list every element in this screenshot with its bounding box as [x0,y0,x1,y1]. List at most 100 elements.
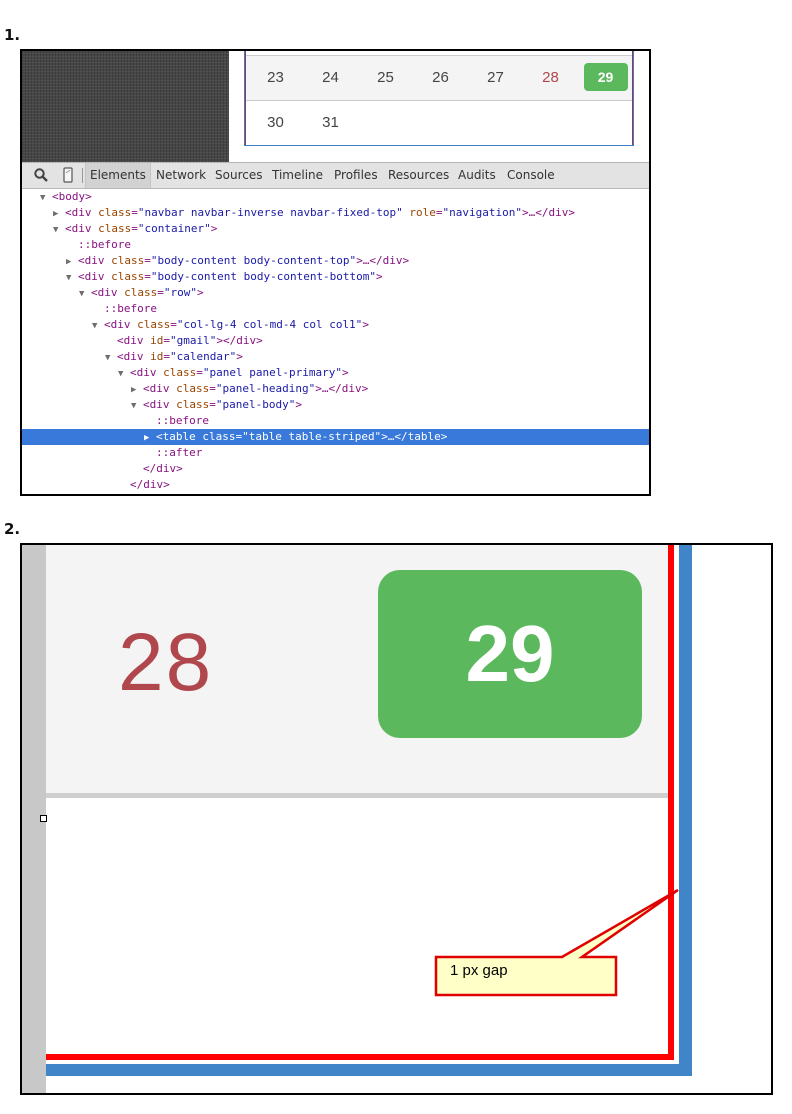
resize-handle[interactable] [40,815,47,822]
dom-node[interactable]: ::before [22,301,649,317]
day-number: 28 [542,69,559,86]
dom-node-text: <div class="panel-body"> [143,398,302,411]
dom-node[interactable]: </div> [22,461,649,477]
calendar-day[interactable]: 30 [248,101,303,145]
calendar-week-row: 23 24 25 26 27 28 29 [246,55,632,100]
dom-node[interactable]: ▼ <div class="panel panel-primary"> [22,365,649,381]
step-2-label: 2. [4,520,21,538]
calendar-day[interactable]: 23 [248,56,303,100]
dom-node-text: <div class="body-content body-content-to… [78,254,410,267]
day-number: 23 [267,69,284,86]
calendar-week-row: 30 31 [246,100,632,145]
expand-triangle-closed-icon[interactable]: ▶ [131,382,143,398]
dom-node[interactable]: ::after [22,445,649,461]
expand-triangle-open-icon[interactable]: ▼ [79,286,91,302]
dom-node[interactable]: ▼ <div class="container"> [22,221,649,237]
tab-sources[interactable]: Sources [211,163,266,188]
expand-triangle-open-icon[interactable]: ▼ [40,190,52,206]
expand-triangle-open-icon[interactable]: ▼ [105,350,117,366]
expand-triangle-closed-icon[interactable]: ▶ [144,430,156,446]
table-right-border [668,545,674,1060]
day-number: 27 [487,69,504,86]
day-number: 30 [267,114,284,131]
callout-text: 1 px gap [450,962,508,979]
expand-triangle-closed-icon[interactable]: ▶ [66,254,78,270]
calendar-day[interactable]: 31 [303,101,358,145]
dom-node-text: ::before [78,238,131,251]
tab-timeline[interactable]: Timeline [268,163,327,188]
table-bottom-border [46,1054,674,1060]
step-1-label: 1. [4,26,21,44]
dom-node[interactable]: ▼ <body> [22,189,649,205]
dom-node-text: ::before [156,414,209,427]
calendar-day[interactable]: 24 [303,56,358,100]
tab-resources[interactable]: Resources [384,163,453,188]
tab-audits[interactable]: Audits [454,163,500,188]
dom-node-text: <div class="row"> [91,286,204,299]
weekend-day-zoomed: 28 [118,617,214,708]
dom-node-text: <table class="table table-striped">…</ta… [156,430,448,443]
search-icon[interactable] [33,167,49,183]
day-number: 25 [377,69,394,86]
expand-triangle-open-icon[interactable]: ▼ [53,222,65,238]
day-number: 24 [322,69,339,86]
dark-textured-background [22,51,229,162]
calendar-day[interactable]: 25 [358,56,413,100]
dom-node[interactable]: ▶ <div class="body-content body-content-t… [22,253,649,269]
expand-triangle-closed-icon[interactable]: ▶ [53,206,65,222]
dom-node-text: <div class="navbar navbar-inverse navbar… [65,206,575,219]
tab-network[interactable]: Network [152,163,210,188]
dom-node-text: <div class="container"> [65,222,218,235]
calendar-panel: 23 24 25 26 27 28 29 30 31 [244,51,634,146]
calendar-day[interactable]: 26 [413,56,468,100]
dom-tree: ▼ <body> ▶ <div class="navbar navbar-invers… [22,189,649,493]
day-number: 31 [322,114,339,131]
dom-node[interactable]: ▼ <div class="panel-body"> [22,397,649,413]
tab-profiles[interactable]: Profiles [330,163,382,188]
expand-triangle-open-icon[interactable]: ▼ [118,366,130,382]
dom-node-text: <div id="gmail"></div> [117,334,263,347]
dom-node[interactable]: ▶ <div class="panel-heading">…</div> [22,381,649,397]
dom-node[interactable]: <div id="gmail"></div> [22,333,649,349]
dom-node[interactable]: ::before [22,237,649,253]
dom-node-selected[interactable]: ▶ <table class="table table-striped">…</t… [22,429,649,445]
dom-node-text: <div class="panel-heading">…</div> [143,382,369,395]
row-divider [46,793,673,798]
dom-node[interactable]: ▼ <div class="row"> [22,285,649,301]
device-mode-icon[interactable] [60,167,76,183]
dom-node-text: <div id="calendar"> [117,350,243,363]
dom-node[interactable]: ▼ <div class="col-lg-4 col-md-4 col col1"… [22,317,649,333]
expand-triangle-open-icon[interactable]: ▼ [66,270,78,286]
tab-console[interactable]: Console [503,163,559,188]
dom-node-text: <body> [52,190,92,203]
calendar-day[interactable]: 28 [523,56,578,100]
dom-node-text: ::after [156,446,203,459]
calendar-day[interactable]: 27 [468,56,523,100]
panel-bottom-border [46,1064,692,1076]
dom-node[interactable]: ▶ <div class="navbar navbar-inverse navba… [22,205,649,221]
expand-triangle-open-icon[interactable]: ▼ [131,398,143,414]
devtools-toolbar: Elements Network Sources Timeline Profiles Re… [22,162,649,189]
dom-node[interactable]: ▼ <div id="calendar"> [22,349,649,365]
dom-node[interactable]: ::before [22,413,649,429]
tab-elements[interactable]: Elements [85,163,151,188]
calendar-day-today[interactable]: 29 [578,56,633,100]
dom-node-text: </div> [143,462,183,475]
calendar-table: 23 24 25 26 27 28 29 30 31 [245,51,633,145]
devtools-panel: Elements Network Sources Timeline Profiles Re… [22,162,649,494]
dom-node-text: </div> [130,478,170,491]
zoomed-detail-frame: 28 29 1 px gap [20,543,773,1095]
day-number: 29 [583,63,628,91]
dom-node-text: <div class="body-content body-content-bo… [78,270,383,283]
dom-node[interactable]: ▼ <div class="body-content body-content-b… [22,269,649,285]
expand-triangle-open-icon[interactable]: ▼ [92,318,104,334]
panel-right-border [679,545,692,1076]
dom-node[interactable]: </div> [22,477,649,493]
day-number: 26 [432,69,449,86]
